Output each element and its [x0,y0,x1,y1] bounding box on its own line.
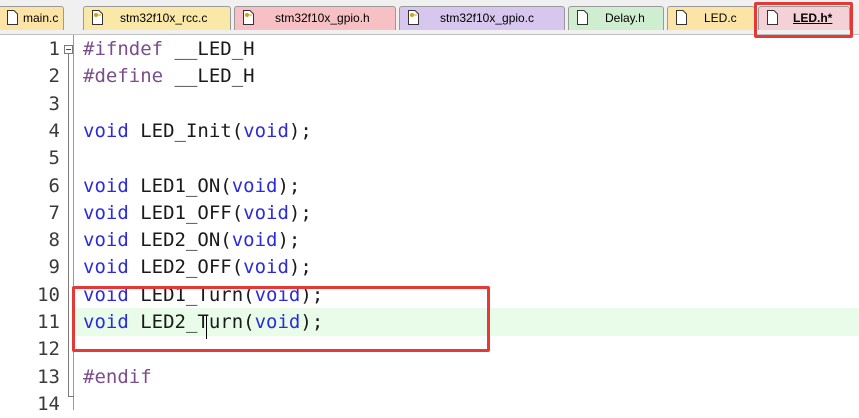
line-number: 13 [37,365,60,388]
file-icon [7,10,18,25]
code-line[interactable]: 1 #ifndef __LED_H [0,35,859,63]
code-text: #define __LED_H [83,65,255,88]
line-number: 12 [37,338,60,361]
file-icon [577,10,588,25]
code-line[interactable]: 8 void LED2_ON(void); [0,226,859,254]
key-file-icon [408,10,419,25]
line-number: 8 [48,229,60,252]
code-line[interactable]: 9 void LED2_OFF(void); [0,253,859,281]
tab-label: stm32f10x_gpio.c [440,11,535,25]
tab-led-c[interactable]: LED.c [667,6,755,30]
code-line[interactable]: 6 void LED1_ON(void); [0,172,859,200]
code-line[interactable]: 5 [0,144,859,172]
code-text: void LED2_ON(void); [83,229,301,252]
editor-tab-bar: main.c stm32f10x_rcc.c stm32f10x_gpio.h … [0,0,859,38]
tab-delay-h[interactable]: Delay.h [568,6,664,30]
line-number: 4 [48,119,60,142]
line-number: 5 [48,147,60,170]
code-text: #endif [83,365,152,388]
code-text: void LED1_ON(void); [83,174,301,197]
code-line[interactable]: 13 #endif [0,363,859,391]
code-text: void LED_Init(void); [83,119,312,142]
line-number: 10 [37,283,60,306]
line-number: 7 [48,201,60,224]
code-line[interactable]: 3 [0,90,859,118]
code-text: void LED2_OFF(void); [83,256,312,279]
tab-label: LED.c [704,11,737,25]
code-editor[interactable]: 1 #ifndef __LED_H 2 #define __LED_H 3 4 void L… [0,35,859,415]
tab-stm32f10x-rcc-c[interactable]: stm32f10x_rcc.c [83,6,231,30]
code-text: #ifndef __LED_H [83,38,255,60]
file-icon [676,10,687,25]
code-line[interactable]: 4 void LED_Init(void); [0,117,859,145]
line-number: 14 [37,392,60,415]
key-file-icon [243,10,254,25]
tab-stm32f10x-gpio-h[interactable]: stm32f10x_gpio.h [234,6,396,30]
tab-stm32f10x-gpio-c[interactable]: stm32f10x_gpio.c [399,6,565,30]
code-line[interactable]: 14 [0,390,859,418]
line-number: 9 [48,256,60,279]
code-text: void LED1_OFF(void); [83,201,312,224]
line-number: 2 [48,65,60,88]
active-tab-highlight-box [754,2,853,38]
tab-label: main.c [23,11,59,25]
key-file-icon [92,10,103,25]
line-number: 1 [48,38,60,60]
tab-label: Delay.h [605,11,645,25]
line-number: 6 [48,174,60,197]
tab-label: stm32f10x_rcc.c [120,11,208,25]
tab-label: stm32f10x_gpio.h [275,11,370,25]
tab-main-c[interactable]: main.c [0,6,64,30]
line-number: 11 [37,311,60,333]
line-number: 3 [48,92,60,115]
code-line[interactable]: 2 #define __LED_H [0,62,859,90]
code-line[interactable]: 7 void LED1_OFF(void); [0,199,859,227]
code-highlight-box [72,286,490,352]
